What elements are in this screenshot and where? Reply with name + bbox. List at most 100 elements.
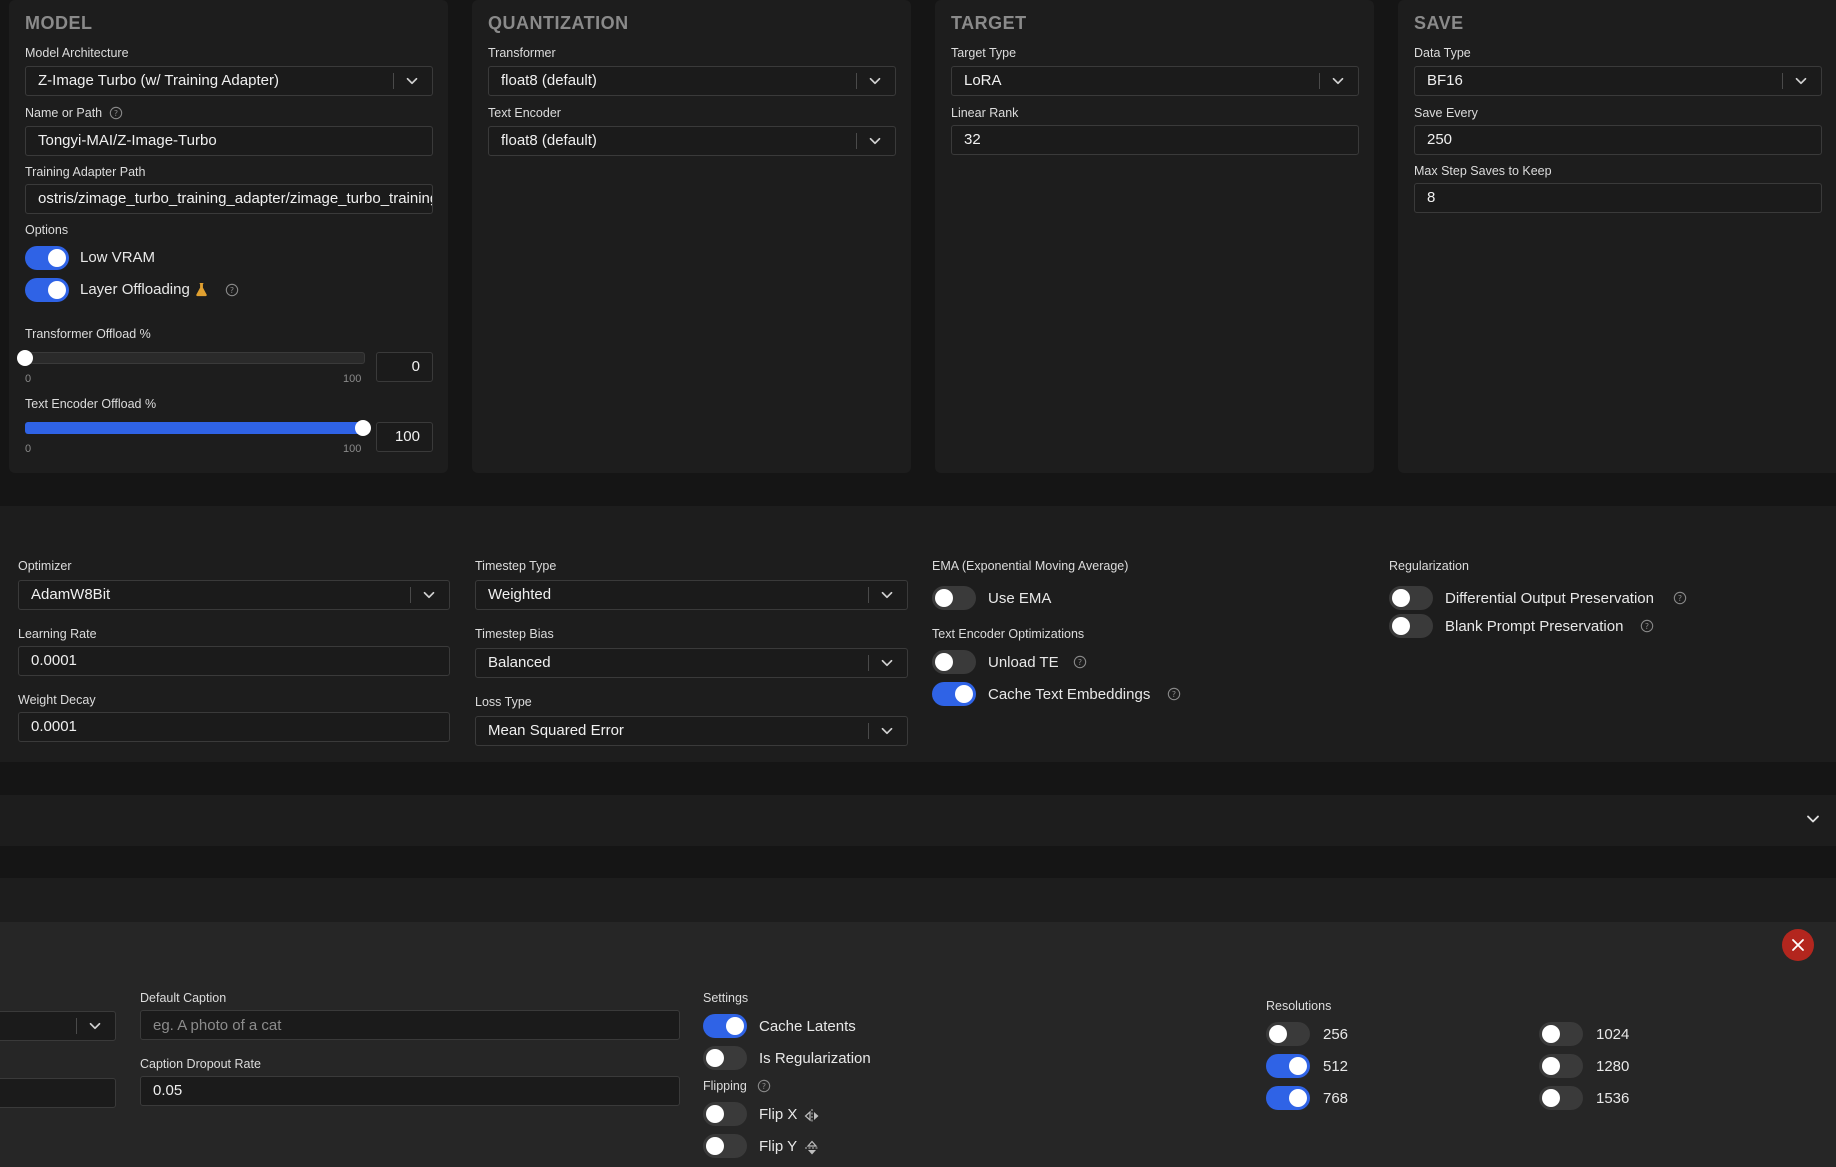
dataset-secondary-input[interactable] bbox=[0, 1078, 116, 1108]
transformer-quant-value: float8 (default) bbox=[501, 72, 597, 89]
slider-max-label: 100 bbox=[343, 373, 362, 385]
cache-text-embeddings-toggle[interactable] bbox=[932, 682, 976, 706]
loss-type-value: Mean Squared Error bbox=[488, 722, 624, 739]
chevron-down-icon bbox=[89, 1022, 101, 1030]
timestep-type-select[interactable]: Weighted bbox=[475, 580, 908, 610]
collapsed-section[interactable] bbox=[0, 795, 1836, 846]
timestep-bias-select[interactable]: Balanced bbox=[475, 648, 908, 678]
name-or-path-label: Name or Path bbox=[25, 106, 103, 120]
resolution-1024-toggle[interactable] bbox=[1539, 1022, 1583, 1046]
flip-x-toggle[interactable] bbox=[703, 1102, 747, 1126]
resolution-1024-label: 1024 bbox=[1596, 1026, 1630, 1043]
dataset-section-header bbox=[0, 878, 1836, 922]
flip-y-toggle[interactable] bbox=[703, 1134, 747, 1158]
chevron-down-icon bbox=[881, 727, 893, 735]
save-every-input[interactable]: 250 bbox=[1414, 125, 1822, 155]
chevron-down-icon[interactable] bbox=[1803, 809, 1823, 829]
resolution-1280-label: 1280 bbox=[1596, 1058, 1630, 1075]
settings-label: Settings bbox=[703, 991, 749, 1005]
default-caption-label: Default Caption bbox=[140, 991, 227, 1005]
cache-text-embeddings-label: Cache Text Embeddings bbox=[988, 686, 1151, 703]
transformer-offload-slider[interactable] bbox=[25, 352, 365, 364]
help-icon[interactable]: ? bbox=[109, 106, 123, 120]
is-regularization-label: Is Regularization bbox=[759, 1050, 871, 1067]
name-or-path-input[interactable]: Tongyi-MAI/Z-Image-Turbo bbox=[25, 126, 433, 156]
model-architecture-select[interactable]: Z-Image Turbo (w/ Training Adapter) bbox=[25, 66, 433, 96]
optimizer-select[interactable]: AdamW8Bit bbox=[18, 580, 450, 610]
use-ema-label: Use EMA bbox=[988, 590, 1052, 607]
resolution-256-toggle[interactable] bbox=[1266, 1022, 1310, 1046]
help-icon[interactable]: ? bbox=[1640, 619, 1654, 633]
te-optimizations-label: Text Encoder Optimizations bbox=[932, 627, 1085, 641]
experimental-flask-icon bbox=[196, 282, 207, 297]
training-adapter-path-input[interactable]: ostris/zimage_turbo_training_adapter/zim… bbox=[25, 184, 433, 214]
timestep-type-label: Timestep Type bbox=[475, 559, 557, 573]
use-ema-toggle[interactable] bbox=[932, 586, 976, 610]
help-icon[interactable]: ? bbox=[757, 1079, 771, 1093]
resolution-1536-label: 1536 bbox=[1596, 1090, 1630, 1107]
learning-rate-input[interactable]: 0.0001 bbox=[18, 646, 450, 676]
unload-te-toggle[interactable] bbox=[932, 650, 976, 674]
chevron-down-icon bbox=[1332, 77, 1344, 85]
slider-min-label: 0 bbox=[25, 373, 32, 385]
model-section-title: MODEL bbox=[25, 13, 93, 33]
help-icon[interactable]: ? bbox=[1167, 687, 1181, 701]
chevron-down-icon bbox=[881, 591, 893, 599]
layer-offloading-toggle[interactable] bbox=[25, 278, 69, 302]
is-regularization-toggle[interactable] bbox=[703, 1046, 747, 1070]
transformer-label: Transformer bbox=[488, 46, 556, 60]
target-card: TARGET Target Type LoRA Linear Rank 32 bbox=[935, 0, 1374, 473]
resolution-1536-toggle[interactable] bbox=[1539, 1086, 1583, 1110]
resolution-512-label: 512 bbox=[1323, 1058, 1349, 1075]
differential-output-preservation-toggle[interactable] bbox=[1389, 586, 1433, 610]
te-offload-slider-thumb[interactable] bbox=[355, 420, 371, 436]
loss-type-select[interactable]: Mean Squared Error bbox=[475, 716, 908, 746]
chevron-down-icon bbox=[881, 659, 893, 667]
blank-prompt-preservation-label: Blank Prompt Preservation bbox=[1445, 618, 1624, 635]
max-step-saves-input[interactable]: 8 bbox=[1414, 183, 1822, 213]
low-vram-toggle[interactable] bbox=[25, 246, 69, 270]
resolution-1280-toggle[interactable] bbox=[1539, 1054, 1583, 1078]
model-architecture-value: Z-Image Turbo (w/ Training Adapter) bbox=[38, 72, 279, 89]
te-offload-input[interactable]: 100 bbox=[376, 422, 433, 452]
data-type-select[interactable]: BF16 bbox=[1414, 66, 1822, 96]
transformer-offload-label: Transformer Offload % bbox=[25, 327, 151, 341]
resolution-512-toggle[interactable] bbox=[1266, 1054, 1310, 1078]
blank-prompt-preservation-toggle[interactable] bbox=[1389, 614, 1433, 638]
save-every-label: Save Every bbox=[1414, 106, 1478, 120]
help-icon[interactable]: ? bbox=[225, 283, 239, 297]
dataset-select[interactable] bbox=[0, 1011, 116, 1041]
regularization-label: Regularization bbox=[1389, 559, 1469, 573]
weight-decay-label: Weight Decay bbox=[18, 693, 96, 707]
default-caption-input[interactable] bbox=[140, 1010, 680, 1040]
optimizer-value: AdamW8Bit bbox=[31, 586, 111, 603]
te-offload-label: Text Encoder Offload % bbox=[25, 397, 157, 411]
transformer-quant-select[interactable]: float8 (default) bbox=[488, 66, 896, 96]
linear-rank-input[interactable]: 32 bbox=[951, 125, 1359, 155]
target-type-select[interactable]: LoRA bbox=[951, 66, 1359, 96]
save-card: SAVE Data Type BF16 Save Every 250 Max S… bbox=[1398, 0, 1836, 473]
svg-text:?: ? bbox=[1078, 658, 1082, 667]
remove-dataset-button[interactable] bbox=[1782, 929, 1814, 961]
training-adapter-path-label: Training Adapter Path bbox=[25, 165, 146, 179]
weight-decay-input[interactable]: 0.0001 bbox=[18, 712, 450, 742]
text-encoder-quant-select[interactable]: float8 (default) bbox=[488, 126, 896, 156]
cache-latents-toggle[interactable] bbox=[703, 1014, 747, 1038]
resolution-768-toggle[interactable] bbox=[1266, 1086, 1310, 1110]
differential-output-preservation-label: Differential Output Preservation bbox=[1445, 590, 1654, 607]
data-type-label: Data Type bbox=[1414, 46, 1471, 60]
transformer-offload-input[interactable]: 0 bbox=[376, 352, 433, 382]
caption-dropout-rate-input[interactable]: 0.05 bbox=[140, 1076, 680, 1106]
help-icon[interactable]: ? bbox=[1073, 655, 1087, 669]
text-encoder-label: Text Encoder bbox=[488, 106, 561, 120]
layer-offloading-label: Layer Offloading bbox=[80, 281, 190, 298]
help-icon[interactable]: ? bbox=[1673, 591, 1687, 605]
te-offload-slider[interactable] bbox=[25, 422, 365, 434]
transformer-offload-slider-thumb[interactable] bbox=[17, 350, 33, 366]
flip-horizontal-icon bbox=[804, 1109, 819, 1123]
resolutions-label: Resolutions bbox=[1266, 999, 1332, 1013]
unload-te-label: Unload TE bbox=[988, 654, 1059, 671]
svg-text:?: ? bbox=[762, 1082, 766, 1091]
caption-dropout-rate-label: Caption Dropout Rate bbox=[140, 1057, 261, 1071]
loss-type-label: Loss Type bbox=[475, 695, 532, 709]
